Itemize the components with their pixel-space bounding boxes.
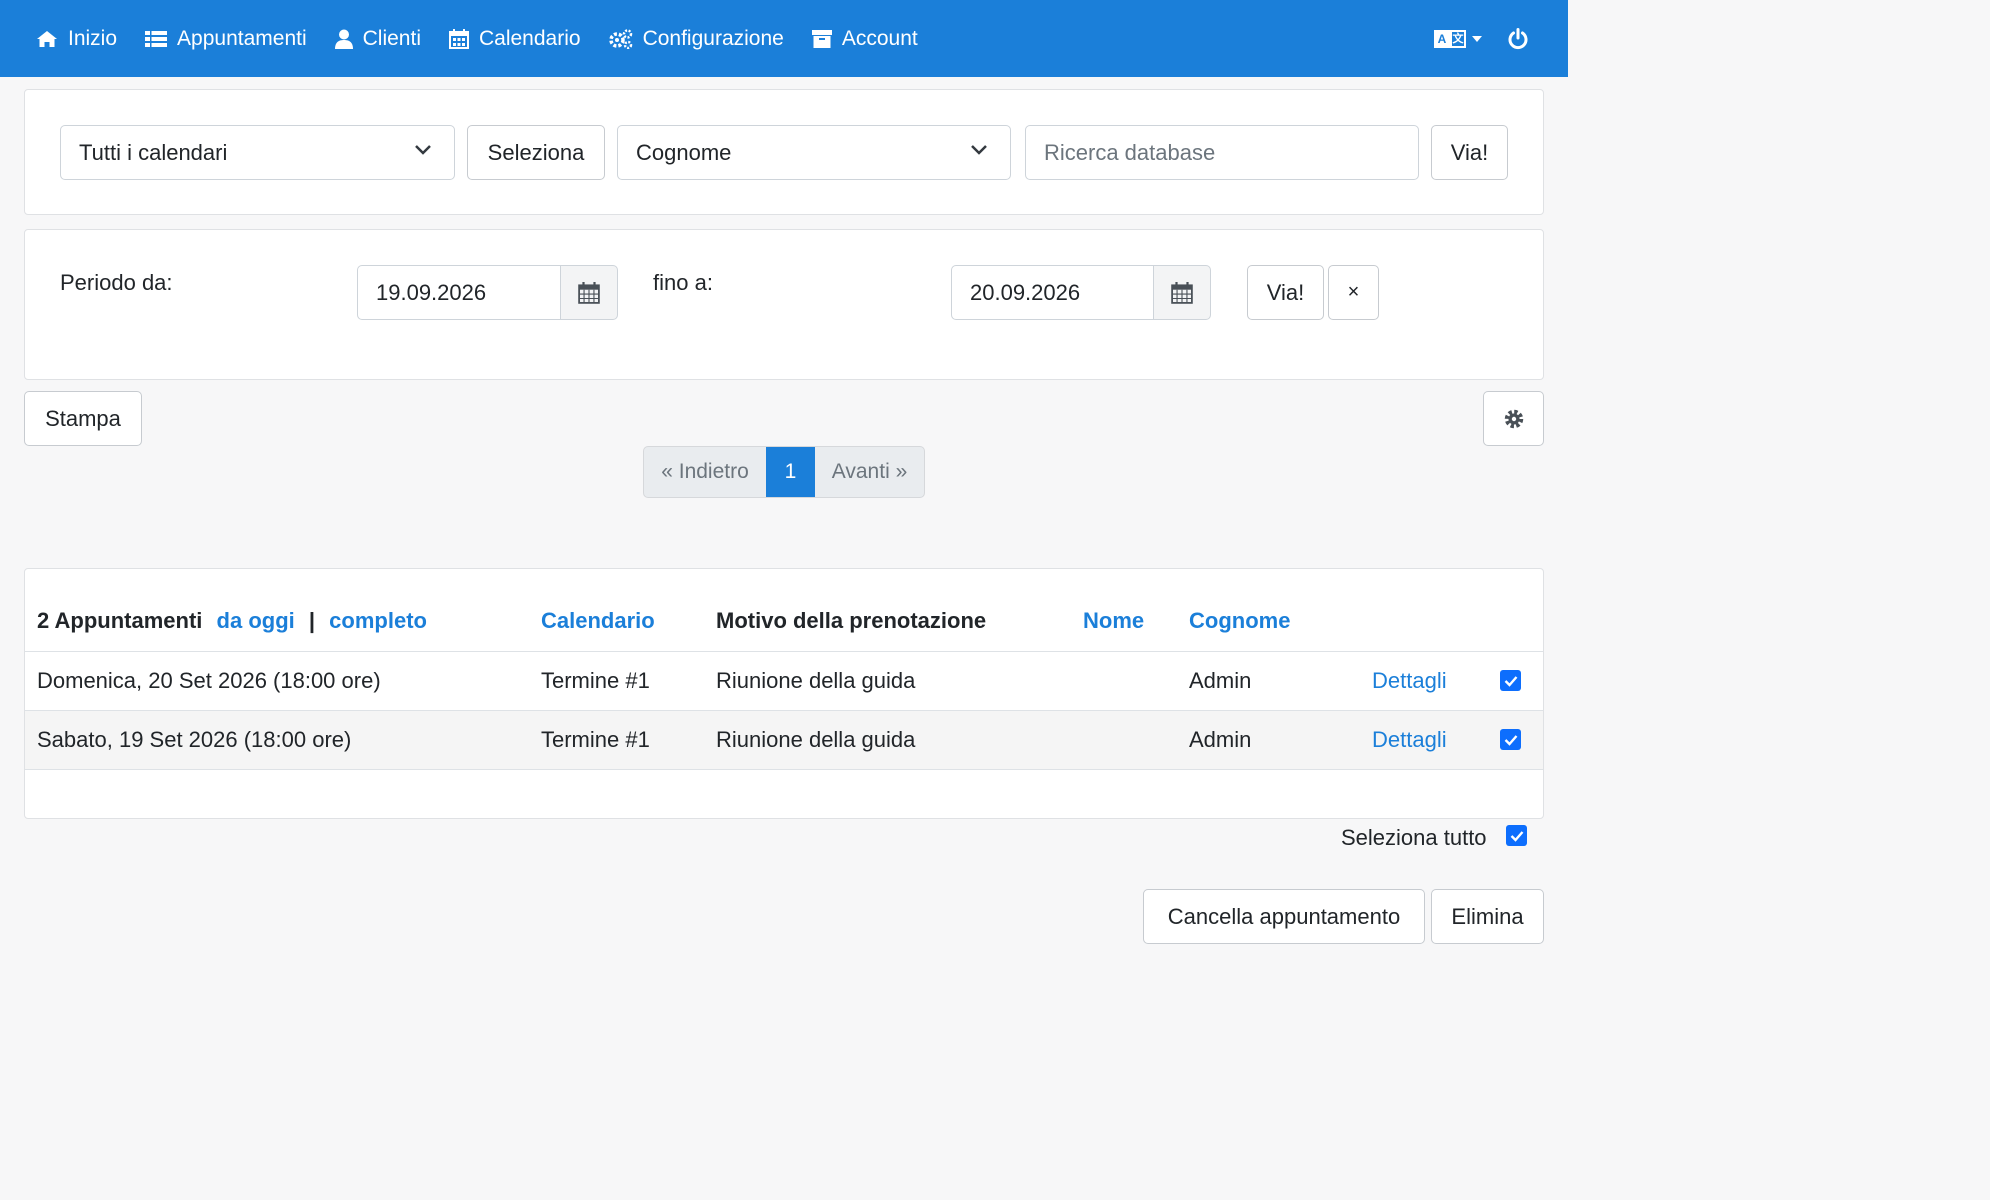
nav-item-appointments-label: Appuntamenti — [177, 26, 307, 50]
field-select[interactable]: Cognome — [617, 125, 1011, 180]
list-icon — [145, 30, 168, 47]
gears-icon — [608, 28, 632, 49]
row-reason: Riunione della guida — [716, 727, 916, 752]
period-go-button[interactable]: Via! — [1247, 265, 1324, 320]
row-calendar: Termine #1 — [541, 727, 650, 752]
period-from-value: 19.09.2026 — [376, 279, 487, 305]
nav-item-account-label: Account — [841, 26, 918, 50]
nav-item-home[interactable]: Inizio — [36, 27, 117, 51]
period-to-input[interactable]: 20.09.2026 — [951, 265, 1155, 320]
power-icon[interactable] — [1508, 27, 1528, 50]
nav-item-home-label: Inizio — [68, 26, 118, 50]
print-button[interactable]: Stampa — [24, 391, 142, 446]
select-button-label: Seleziona — [487, 139, 585, 165]
search-input-placeholder: Ricerca database — [1044, 139, 1216, 165]
nav-right: A文 — [1434, 0, 1528, 77]
delete-button[interactable]: Elimina — [1431, 889, 1544, 944]
search-go-button[interactable]: Via! — [1431, 125, 1508, 180]
calendar-icon — [448, 28, 469, 49]
chevron-down-icon — [1472, 35, 1482, 42]
user-icon — [334, 29, 353, 49]
check-icon — [1504, 734, 1517, 746]
complete-link[interactable]: completo — [329, 608, 427, 633]
row-reason: Riunione della guida — [716, 668, 916, 693]
table-row: Sabato, 19 Set 2026 (18:00 ore) Termine … — [25, 710, 1543, 770]
field-select-value: Cognome — [636, 139, 732, 165]
row-date: Domenica, 20 Set 2026 (18:00 ore) — [37, 668, 381, 693]
column-name[interactable]: Nome — [1083, 608, 1144, 634]
gear-icon — [1504, 409, 1523, 428]
row-surname: Admin — [1189, 727, 1252, 752]
period-to-label: fino a: — [653, 270, 713, 295]
top-navbar: Inizio Appuntamenti Clienti Calendario C… — [0, 0, 1568, 77]
search-go-button-label: Via! — [1450, 139, 1489, 165]
nav-item-calendar[interactable]: Calendario — [448, 26, 581, 51]
calendar-icon — [1171, 281, 1193, 304]
row-calendar: Termine #1 — [541, 668, 650, 693]
period-clear-button[interactable]: × — [1328, 265, 1379, 320]
nav-item-clients-label: Clienti — [362, 26, 421, 50]
row-details-link[interactable]: Dettagli — [1372, 727, 1447, 753]
cancel-appointment-button-label: Cancella appuntamento — [1167, 903, 1401, 929]
calendar-select-value: Tutti i calendari — [79, 139, 228, 165]
pagination-page-1[interactable]: 1 — [766, 447, 815, 497]
period-to-value: 20.09.2026 — [970, 279, 1081, 305]
from-today-link[interactable]: da oggi — [217, 608, 295, 633]
period-from-input[interactable]: 19.09.2026 — [357, 265, 562, 320]
period-from-label: Periodo da: — [60, 270, 173, 295]
select-all-checkbox[interactable] — [1506, 825, 1527, 846]
row-surname: Admin — [1189, 668, 1252, 693]
select-all-label: Seleziona tutto — [1341, 825, 1487, 850]
chevron-down-icon — [415, 145, 431, 155]
home-icon — [37, 30, 57, 47]
calendar-icon — [578, 281, 600, 304]
check-icon — [1504, 675, 1517, 687]
period-from-calendar-button[interactable] — [560, 265, 618, 320]
nav-item-clients[interactable]: Clienti — [334, 26, 421, 51]
nav-item-configuration-label: Configurazione — [642, 26, 784, 50]
column-surname[interactable]: Cognome — [1189, 608, 1290, 634]
table-row: Domenica, 20 Set 2026 (18:00 ore) Termin… — [25, 651, 1543, 711]
appointments-count-label: 2 Appuntamenti — [37, 608, 203, 633]
chevron-down-icon — [971, 145, 987, 155]
nav-item-appointments[interactable]: Appuntamenti — [145, 27, 307, 51]
pagination: « Indietro 1 Avanti » — [643, 446, 925, 498]
nav-item-configuration[interactable]: Configurazione — [608, 26, 784, 51]
language-icon: A文 — [1434, 29, 1466, 48]
column-calendar[interactable]: Calendario — [541, 608, 655, 634]
language-dropdown[interactable]: A文 — [1434, 29, 1482, 48]
print-button-label: Stampa — [45, 405, 121, 431]
archive-icon — [811, 29, 832, 48]
column-reason: Motivo della prenotazione — [716, 608, 987, 633]
select-button[interactable]: Seleziona — [467, 125, 605, 180]
check-icon — [1510, 830, 1523, 842]
row-checkbox[interactable] — [1500, 729, 1521, 750]
close-icon: × — [1347, 281, 1360, 303]
period-to-calendar-button[interactable] — [1153, 265, 1211, 320]
link-separator: | — [308, 608, 316, 633]
row-checkbox[interactable] — [1500, 670, 1521, 691]
appointments-count: 2 Appuntamenti da oggi | completo — [37, 608, 427, 634]
calendar-select[interactable]: Tutti i calendari — [60, 125, 455, 180]
pagination-next[interactable]: Avanti » — [815, 447, 924, 497]
settings-button[interactable] — [1483, 391, 1544, 446]
nav-item-calendar-label: Calendario — [478, 26, 581, 50]
search-input[interactable]: Ricerca database — [1025, 125, 1419, 180]
delete-button-label: Elimina — [1451, 903, 1524, 929]
nav-item-account[interactable]: Account — [811, 26, 918, 51]
row-details-link[interactable]: Dettagli — [1372, 668, 1447, 694]
cancel-appointment-button[interactable]: Cancella appuntamento — [1143, 889, 1425, 944]
row-date: Sabato, 19 Set 2026 (18:00 ore) — [37, 727, 352, 752]
period-go-button-label: Via! — [1266, 279, 1305, 305]
pagination-prev[interactable]: « Indietro — [644, 447, 766, 497]
